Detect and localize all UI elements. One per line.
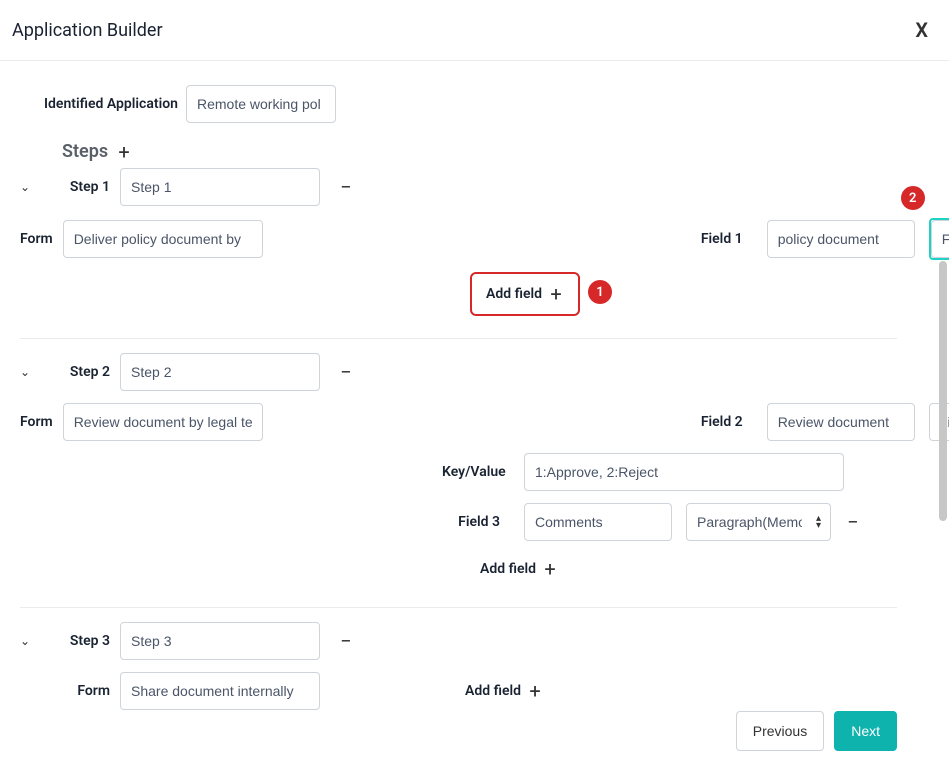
field-2-name-input[interactable] <box>767 403 915 441</box>
step-3-addfield-inline: Add field + <box>455 675 553 707</box>
step-2-form-row: Form Field 2 List(Key|Value) ▴▾ − <box>20 403 897 441</box>
step-1-form-label: Form <box>20 231 63 247</box>
step-2-field-3-row: Field 3 Paragraph(Memo) ▴▾ − <box>20 503 897 541</box>
remove-step-1-icon[interactable]: − <box>338 177 354 197</box>
plus-icon: + <box>527 681 543 701</box>
step-3-form-row: Form Add field + <box>20 672 897 710</box>
step-2-name-input[interactable] <box>120 353 320 391</box>
step-3-label: Step 3 <box>40 633 120 649</box>
close-icon[interactable]: X <box>915 18 927 42</box>
step-2-header-row: ⌄ Step 2 − <box>20 353 897 391</box>
step-1-header-row: ⌄ Step 1 − <box>20 168 897 206</box>
keyvalue-input[interactable] <box>524 453 844 491</box>
step-1-addfield-row: Add field + 1 <box>470 272 897 316</box>
add-field-step-2-label: Add field <box>480 561 536 577</box>
add-field-step-1-button[interactable]: Add field + <box>470 272 580 316</box>
modal-title: Application Builder <box>12 20 163 41</box>
modal-body: Identified Application Steps + ⌄ Step 1 … <box>0 61 949 764</box>
step-1-label: Step 1 <box>40 179 120 195</box>
application-builder-modal: Application Builder X Identified Applica… <box>0 0 949 764</box>
previous-button[interactable]: Previous <box>736 711 824 751</box>
field-2-kv-group: Key/Value <box>442 453 844 491</box>
step-2-form-label: Form <box>20 414 63 430</box>
step-2-form-input[interactable] <box>63 403 263 441</box>
steps-header-label: Steps <box>62 141 108 162</box>
field-1-type-select[interactable]: File(Binary) <box>931 220 949 258</box>
field-1-type-wrap: File(Binary) ▴▾ 3 <box>929 218 949 260</box>
plus-icon: + <box>542 559 558 579</box>
step-3-header-row: ⌄ Step 3 − <box>20 622 897 660</box>
identified-application-input[interactable] <box>186 85 336 123</box>
add-field-step-3-label: Add field <box>465 683 521 699</box>
chevron-down-icon[interactable]: ⌄ <box>20 365 40 379</box>
remove-step-2-icon[interactable]: − <box>338 362 354 382</box>
chevron-down-icon[interactable]: ⌄ <box>20 634 40 648</box>
step-3-form-label: Form <box>40 683 120 699</box>
step-2-field-2-group: Field 2 List(Key|Value) ▴▾ − <box>693 403 949 441</box>
step-2-addfield-row: Add field + <box>470 553 897 585</box>
annotation-badge-1: 1 <box>588 280 612 304</box>
chevron-down-icon[interactable]: ⌄ <box>20 180 40 194</box>
plus-icon: + <box>548 284 564 304</box>
remove-field-3-icon[interactable]: − <box>845 512 861 532</box>
step-2-keyvalue-row: Key/Value <box>20 453 897 491</box>
step-2-label: Step 2 <box>40 364 120 380</box>
next-button[interactable]: Next <box>834 711 897 751</box>
footer-buttons: Previous Next <box>736 711 897 751</box>
step-3-form-input[interactable] <box>120 672 320 710</box>
field-3-name-input[interactable] <box>524 503 672 541</box>
scrollbar-thumb[interactable] <box>939 261 947 521</box>
field-3-label: Field 3 <box>450 514 510 530</box>
remove-step-3-icon[interactable]: − <box>338 631 354 651</box>
add-field-step-1-label: Add field <box>486 286 542 302</box>
step-2-field-3-group: Field 3 Paragraph(Memo) ▴▾ − <box>450 503 861 541</box>
field-2-label: Field 2 <box>693 414 753 430</box>
add-step-icon[interactable]: + <box>116 142 132 162</box>
field-3-type-select[interactable]: Paragraph(Memo) <box>686 503 831 541</box>
keyvalue-label: Key/Value <box>442 464 510 480</box>
add-field-step-2-button[interactable]: Add field + <box>470 553 568 585</box>
step-1-form-row: Form Field 1 2 File(Binary) ▴▾ 3 <box>20 218 897 260</box>
step-1-field-1-group: Field 1 2 File(Binary) ▴▾ 3 − 4 <box>693 218 949 260</box>
identified-application-row: Identified Application <box>44 85 897 123</box>
steps-header: Steps + <box>62 141 897 162</box>
field-1-label: Field 1 <box>693 231 753 247</box>
modal-header: Application Builder X <box>0 0 949 61</box>
step-3-name-input[interactable] <box>120 622 320 660</box>
identified-application-label: Identified Application <box>44 96 178 112</box>
add-field-step-3-button[interactable]: Add field + <box>455 675 553 707</box>
step-1-block: ⌄ Step 1 − Form Field 1 2 Fil <box>20 168 897 339</box>
step-1-name-input[interactable] <box>120 168 320 206</box>
annotation-badge-2: 2 <box>901 186 925 210</box>
step-1-form-input[interactable] <box>63 220 263 258</box>
step-2-block: ⌄ Step 2 − Form Field 2 List(Key|Value) <box>20 353 897 608</box>
field-3-type-wrap: Paragraph(Memo) ▴▾ <box>686 503 831 541</box>
field-1-name-input[interactable] <box>767 220 915 258</box>
